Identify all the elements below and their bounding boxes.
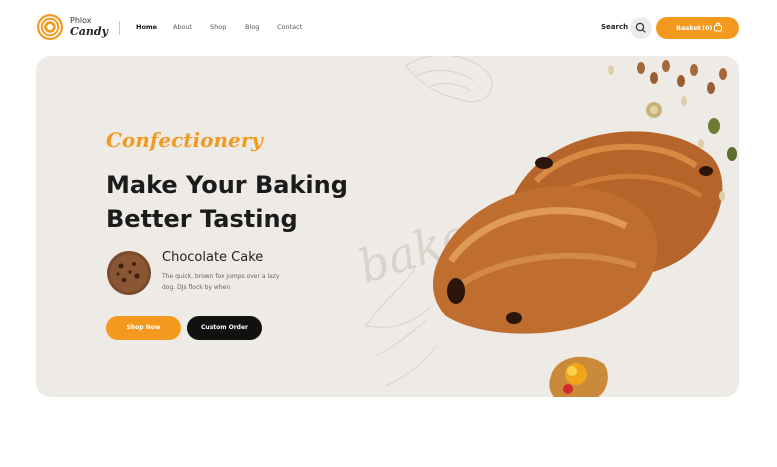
shopping-bag-icon [714,22,722,32]
hero-headline: Make Your Baking Better Tasting [106,171,348,233]
nav-item-shop[interactable]: Shop [210,23,245,31]
search-icon [635,22,646,33]
logo-swirl-icon [37,14,63,40]
basket-count: (0) [702,24,713,32]
nav-item-home[interactable]: Home [136,23,173,31]
main-nav: Home About Shop Blog Contact [136,23,302,31]
basket-button[interactable]: Basket (0) [656,17,739,39]
brand-logo[interactable]: Phlox Candy [36,13,108,41]
nav-item-blog[interactable]: Blog [245,23,277,31]
nav-item-contact[interactable]: Contact [277,23,302,31]
hero-banner: Confectionery Make Your Baking Better Ta… [36,56,739,397]
product-name: Chocolate Cake [162,250,264,265]
product-description: The quick, brown fox jumps over a lazy d… [162,273,280,291]
header-divider [119,21,120,35]
custom-order-button[interactable]: Custom Order [187,316,262,340]
brand-name-bottom: Candy [70,25,108,38]
shop-now-button[interactable]: Shop Now [106,316,181,340]
nav-item-about[interactable]: About [173,23,210,31]
hero-eyebrow: Confectionery [106,128,263,152]
site-header: Phlox Candy Home About Shop Blog Contact… [0,0,777,56]
search-label[interactable]: Search [601,23,628,31]
fruit-tart-image [549,356,608,397]
search-button[interactable] [630,17,652,39]
chocolate-cookie-image [107,251,151,295]
basket-label: Basket [676,24,701,32]
brand-name-top: Phlox [70,16,92,25]
hero-pastry-illustration: bake with love [352,56,737,397]
